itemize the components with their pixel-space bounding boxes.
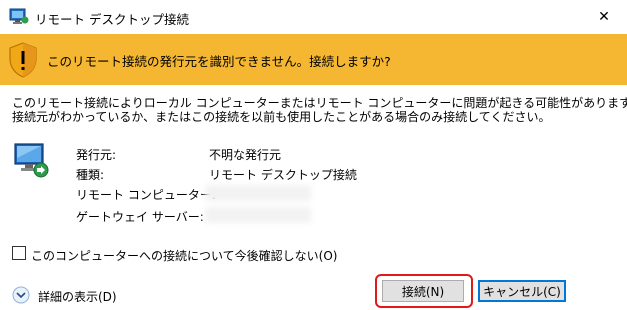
description-line-1: このリモート接続によりローカル コンピューターまたはリモート コンピューターに問…	[12, 96, 627, 110]
banner-message: このリモート接続の発行元を識別できません。接続しますか?	[47, 54, 391, 69]
window-title: リモート デスクトップ接続	[35, 12, 189, 27]
publisher-value: 不明な発行元	[209, 148, 282, 162]
dont-ask-label[interactable]: このコンピューターへの接続について今後確認しない(O)	[31, 247, 337, 264]
publisher-label: 発行元:	[76, 148, 117, 162]
title-bar: リモート デスクトップ接続 ✕	[0, 0, 627, 34]
warning-shield-icon	[9, 42, 37, 78]
remote-computer-value-redacted	[205, 185, 311, 201]
type-label: 種類:	[76, 168, 105, 182]
connect-button[interactable]: 接続(N)	[382, 280, 464, 302]
chevron-down-icon[interactable]	[12, 286, 30, 304]
type-value: リモート デスクトップ接続	[209, 168, 357, 182]
close-icon: ✕	[598, 9, 610, 25]
remote-computer-label: リモート コンピューター:	[76, 188, 216, 202]
remote-desktop-icon	[9, 8, 29, 24]
dont-ask-checkbox[interactable]	[12, 246, 26, 260]
warning-banner: このリモート接続の発行元を識別できません。接続しますか?	[0, 34, 627, 85]
close-button[interactable]: ✕	[581, 0, 627, 34]
show-details-link[interactable]: 詳細の表示(D)	[38, 288, 117, 305]
remote-computer-icon	[14, 143, 49, 178]
gateway-value-redacted	[205, 207, 311, 223]
gateway-label: ゲートウェイ サーバー:	[76, 210, 204, 224]
description-line-2: 接続元がわかっているか、またはこの接続を以前も使用したことがある場合のみ接続して…	[12, 110, 551, 124]
cancel-button[interactable]: キャンセル(C)	[478, 280, 566, 302]
